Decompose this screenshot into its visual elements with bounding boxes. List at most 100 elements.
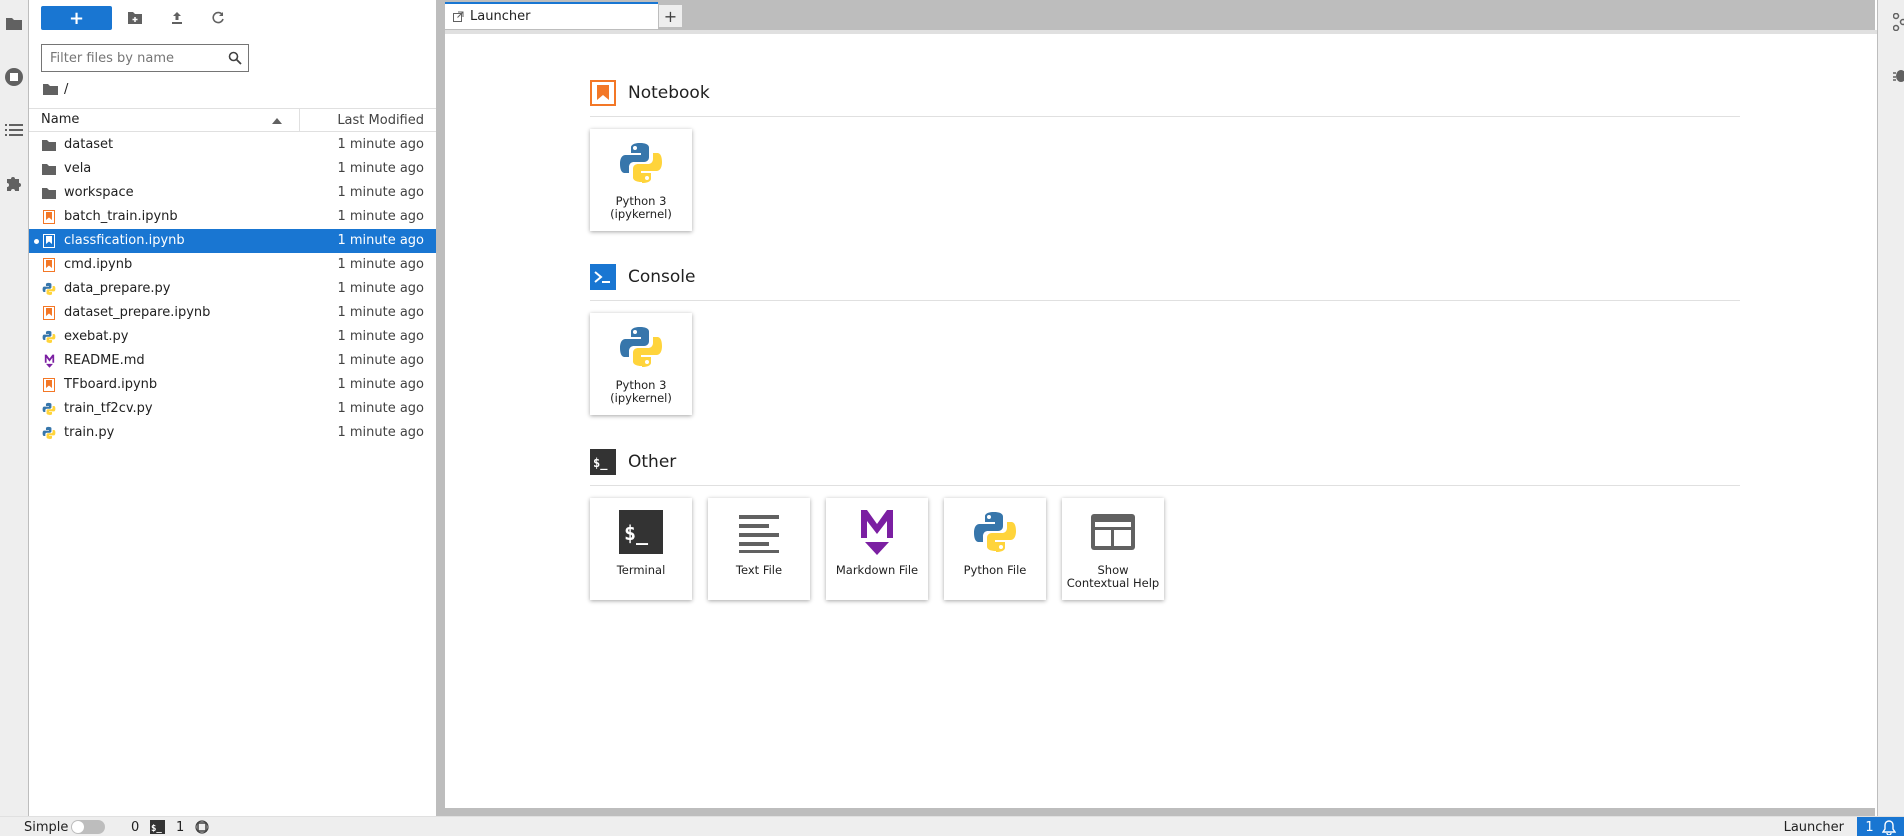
file-row[interactable]: README.md 1 minute ago xyxy=(29,349,436,373)
file-row[interactable]: batch_train.ipynb 1 minute ago xyxy=(29,205,436,229)
file-list-header: Name Last Modified xyxy=(29,108,436,132)
contextual-help-card[interactable]: Show Contextual Help xyxy=(1062,498,1164,600)
notebook-icon xyxy=(42,258,56,272)
new-folder-icon[interactable] xyxy=(125,8,145,28)
notebook-section: Notebook Python 3 (ipykernel) xyxy=(590,76,1740,231)
file-row[interactable]: data_prepare.py 1 minute ago xyxy=(29,277,436,301)
file-name: classfication.ipynb xyxy=(64,233,185,248)
property-inspector-icon[interactable] xyxy=(1893,13,1904,31)
notebook-section-icon xyxy=(590,80,616,106)
extension-puzzle-icon[interactable] xyxy=(3,172,25,194)
main-dock-area: Launcher + Notebook Python 3 (ipykernel) xyxy=(443,0,1877,816)
folder-icon[interactable] xyxy=(3,13,25,35)
terminal-card[interactable]: $_ Terminal xyxy=(590,498,692,600)
file-list: dataset 1 minute ago vela 1 minute ago works… xyxy=(29,133,436,445)
other-section: $_ Other $_ Terminal Text File Markdown … xyxy=(590,445,1740,600)
python-file-icon xyxy=(42,426,56,440)
python-file-icon xyxy=(42,402,56,416)
console-python3-card[interactable]: Python 3 (ipykernel) xyxy=(590,313,692,415)
running-stop-icon[interactable] xyxy=(3,66,25,88)
breadcrumb-folder-icon[interactable] xyxy=(43,83,58,95)
file-name: README.md xyxy=(64,353,145,368)
breadcrumb: / xyxy=(43,80,68,98)
console-section-icon xyxy=(590,264,616,290)
right-sidebar xyxy=(1877,0,1904,816)
tab-launcher[interactable]: Launcher xyxy=(445,2,658,29)
add-tab-button[interactable]: + xyxy=(658,4,683,28)
filter-files-input[interactable] xyxy=(42,45,222,71)
file-modified: 1 minute ago xyxy=(337,137,424,152)
refresh-icon[interactable] xyxy=(208,8,228,28)
debugger-bug-icon[interactable] xyxy=(1893,68,1904,82)
file-name: batch_train.ipynb xyxy=(64,209,178,224)
other-section-icon: $_ xyxy=(590,449,616,475)
name-column-header[interactable]: Name xyxy=(41,112,79,127)
file-row[interactable]: train.py 1 minute ago xyxy=(29,421,436,445)
file-modified: 1 minute ago xyxy=(337,233,424,248)
launcher-panel: Notebook Python 3 (ipykernel) Console Py… xyxy=(445,30,1877,808)
kernel-status-icon[interactable] xyxy=(195,819,209,835)
filter-files-box xyxy=(41,44,249,72)
console-section-title: Console xyxy=(628,267,696,287)
markdown-icon xyxy=(851,506,903,558)
breadcrumb-root[interactable]: / xyxy=(64,82,68,97)
search-icon xyxy=(228,51,242,65)
new-launcher-button[interactable]: + xyxy=(41,6,112,30)
text-file-icon xyxy=(733,506,785,558)
section-divider xyxy=(590,116,1740,117)
file-row[interactable]: dataset 1 minute ago xyxy=(29,133,436,157)
last-modified-column-header[interactable]: Last Modified xyxy=(337,113,424,128)
notebook-section-title: Notebook xyxy=(628,83,710,103)
file-row[interactable]: train_tf2cv.py 1 minute ago xyxy=(29,397,436,421)
notifications-button[interactable]: 1 xyxy=(1857,817,1904,836)
python-file-icon xyxy=(42,330,56,344)
file-name: train_tf2cv.py xyxy=(64,401,153,416)
svg-text:$_: $_ xyxy=(151,824,162,834)
active-document-label: Launcher xyxy=(1783,819,1844,835)
notebook-icon xyxy=(42,234,56,248)
file-row[interactable]: TFboard.ipynb 1 minute ago xyxy=(29,373,436,397)
python-file-icon xyxy=(42,282,56,296)
sort-ascending-icon xyxy=(272,118,282,124)
column-divider[interactable] xyxy=(299,109,300,131)
simple-mode-toggle[interactable] xyxy=(71,819,105,835)
contextual-help-icon xyxy=(1087,506,1139,558)
terminal-status-icon[interactable]: $_ xyxy=(150,819,165,835)
file-name: exebat.py xyxy=(64,329,129,344)
file-browser-panel: + / Name Last Modified dataset 1 minute a… xyxy=(29,0,436,816)
file-name: dataset xyxy=(64,137,114,152)
python-file-card[interactable]: Python File xyxy=(944,498,1046,600)
panel-splitter[interactable] xyxy=(436,0,443,816)
file-row[interactable]: dataset_prepare.ipynb 1 minute ago xyxy=(29,301,436,325)
python-logo-icon xyxy=(615,137,667,189)
file-browser-toolbar: + xyxy=(29,0,436,36)
file-modified: 1 minute ago xyxy=(337,305,424,320)
svg-text:$_: $_ xyxy=(593,456,608,471)
file-row[interactable]: vela 1 minute ago xyxy=(29,157,436,181)
toc-list-icon[interactable] xyxy=(3,119,25,141)
console-section: Console Python 3 (ipykernel) xyxy=(590,260,1740,415)
section-divider xyxy=(590,485,1740,486)
file-modified: 1 minute ago xyxy=(337,185,424,200)
toggle-switch[interactable] xyxy=(71,820,105,834)
file-name: cmd.ipynb xyxy=(64,257,133,272)
unsaved-indicator xyxy=(34,239,39,244)
file-name: TFboard.ipynb xyxy=(64,377,158,392)
kernels-count: 1 xyxy=(176,819,185,835)
launcher-tab-icon xyxy=(453,11,464,22)
file-row[interactable]: exebat.py 1 minute ago xyxy=(29,325,436,349)
file-row[interactable]: workspace 1 minute ago xyxy=(29,181,436,205)
notebook-python3-card[interactable]: Python 3 (ipykernel) xyxy=(590,129,692,231)
folder-icon xyxy=(42,186,56,200)
card-label: Markdown File xyxy=(835,563,919,577)
file-row[interactable]: cmd.ipynb 1 minute ago xyxy=(29,253,436,277)
upload-icon[interactable] xyxy=(167,8,187,28)
file-row[interactable]: classfication.ipynb 1 minute ago xyxy=(29,229,436,253)
simple-mode-label: Simple xyxy=(24,819,69,835)
markdown-file-card[interactable]: Markdown File xyxy=(826,498,928,600)
notifications-count: 1 xyxy=(1865,819,1874,835)
text-file-card[interactable]: Text File xyxy=(708,498,810,600)
file-name: vela xyxy=(64,161,92,176)
card-label: Terminal xyxy=(616,563,666,577)
card-label: Python 3 (ipykernel) xyxy=(610,378,672,405)
